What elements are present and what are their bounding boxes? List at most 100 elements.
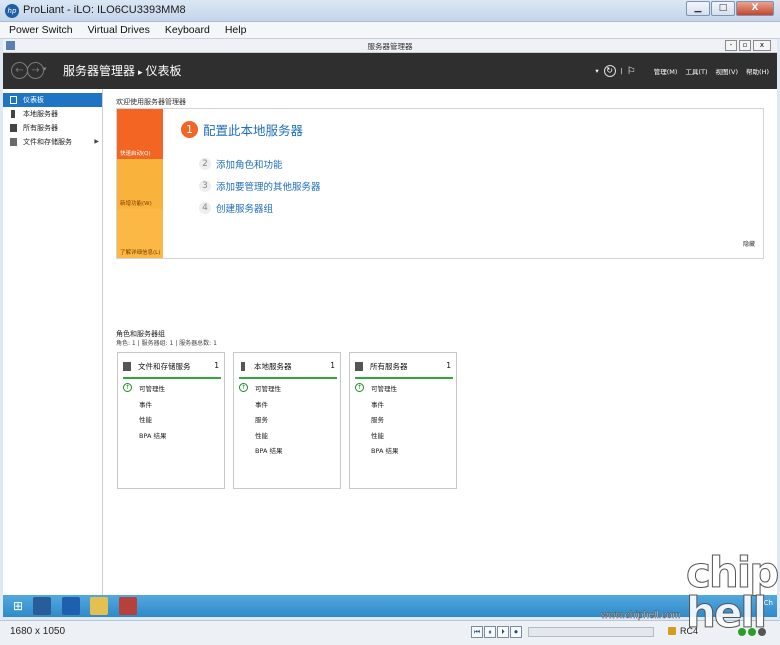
close-button[interactable]: X bbox=[736, 1, 774, 16]
tile-quick-start[interactable]: 快速启动(Q) bbox=[117, 109, 163, 159]
card-item-performance[interactable]: 性能 bbox=[255, 430, 268, 440]
card-title: 本地服务器 bbox=[254, 362, 292, 371]
card-item-bpa[interactable]: BPA 结果 bbox=[255, 445, 282, 455]
server-icon bbox=[11, 110, 15, 118]
storage-icon bbox=[10, 138, 17, 146]
refresh-icon[interactable]: ↻ bbox=[603, 65, 616, 77]
flag-icon[interactable]: ⚐ bbox=[627, 66, 636, 77]
server-manager-title: 服务器管理器 bbox=[367, 42, 413, 51]
hide-link[interactable]: 隐藏 bbox=[743, 239, 755, 248]
tools-taskbar-icon[interactable] bbox=[119, 597, 137, 615]
card-header[interactable]: 文件和存储服务 1 bbox=[123, 361, 221, 373]
dashboard-main: 欢迎使用服务器管理器 快速启动(Q) 新增功能(W) 了解详细信息(L) 1 配… bbox=[104, 89, 777, 595]
skip-back-icon[interactable]: ⏮ bbox=[471, 626, 483, 638]
hp-logo-icon: hp bbox=[5, 4, 19, 18]
ok-arrow-icon: ↑ bbox=[355, 383, 364, 392]
card-count: 1 bbox=[214, 361, 219, 370]
toolbar-divider: | bbox=[620, 67, 623, 75]
server-manager-title-bar: 服务器管理器 - ▫ x bbox=[3, 39, 777, 53]
explorer-taskbar-icon[interactable] bbox=[90, 597, 108, 615]
record-icon[interactable]: ⏺ bbox=[510, 626, 522, 638]
step-create-group[interactable]: 4 创建服务器组 bbox=[199, 201, 273, 215]
minimize-button[interactable]: ▁ bbox=[686, 1, 710, 16]
window-title: ProLiant - iLO: ILO6CU3393MM8 bbox=[23, 4, 186, 16]
nav-item-dashboard[interactable]: 仪表板 bbox=[3, 93, 102, 107]
pause-icon[interactable]: ⏸ bbox=[484, 626, 496, 638]
tile-whats-new[interactable]: 新增功能(W) bbox=[117, 159, 163, 209]
breadcrumb: 服务器管理器 ▸ 仪表板 bbox=[63, 62, 182, 79]
menu-virtual-drives[interactable]: Virtual Drives bbox=[79, 22, 156, 38]
card-item-manageability[interactable]: 可管理性 bbox=[255, 383, 281, 393]
card-item-events[interactable]: 事件 bbox=[139, 399, 152, 409]
menu-manage[interactable]: 管理(M) bbox=[654, 66, 678, 76]
menu-keyboard[interactable]: Keyboard bbox=[156, 22, 216, 38]
card-item-performance[interactable]: 性能 bbox=[371, 430, 384, 440]
card-count: 1 bbox=[446, 361, 451, 370]
dropdown-icon[interactable]: ▾ bbox=[595, 67, 598, 75]
card-item-services[interactable]: 服务 bbox=[371, 414, 384, 424]
step-label: 创建服务器组 bbox=[216, 204, 274, 215]
step-number: 3 bbox=[199, 180, 211, 192]
server-manager-window-controls: - ▫ x bbox=[723, 40, 771, 51]
step-add-roles[interactable]: 2 添加角色和功能 bbox=[199, 157, 283, 171]
ilo-title-bar: hp ProLiant - iLO: ILO6CU3393MM8 ▁ □ X bbox=[0, 0, 780, 22]
card-item-manageability[interactable]: 可管理性 bbox=[371, 383, 397, 393]
menu-bar: Power Switch Virtual Drives Keyboard Hel… bbox=[0, 22, 780, 39]
windows-start-icon[interactable]: ⊞ bbox=[9, 597, 27, 615]
card-item-bpa[interactable]: BPA 结果 bbox=[139, 430, 166, 440]
card-title: 文件和存储服务 bbox=[138, 362, 191, 371]
servers-icon bbox=[10, 124, 17, 132]
left-nav: 仪表板 本地服务器 所有服务器 文件和存储服务 ▶ bbox=[3, 89, 103, 595]
status-bar-ok bbox=[239, 377, 337, 379]
playback-progress[interactable] bbox=[528, 627, 654, 637]
welcome-label: 欢迎使用服务器管理器 bbox=[116, 98, 186, 106]
menu-tools[interactable]: 工具(T) bbox=[685, 66, 707, 76]
nav-item-label: 所有服务器 bbox=[23, 124, 58, 132]
card-item-events[interactable]: 事件 bbox=[371, 399, 384, 409]
sm-minimize-button[interactable]: - bbox=[725, 40, 737, 51]
resolution-readout: 1680 x 1050 bbox=[10, 626, 66, 637]
breadcrumb-app: 服务器管理器 bbox=[63, 64, 136, 78]
server-manager-taskbar-icon[interactable] bbox=[33, 597, 51, 615]
play-icon[interactable]: ⏵ bbox=[497, 626, 509, 638]
sm-restore-button[interactable]: ▫ bbox=[739, 40, 751, 51]
menu-help-cn[interactable]: 帮助(H) bbox=[746, 66, 769, 76]
nav-item-all-servers[interactable]: 所有服务器 bbox=[3, 121, 102, 135]
sm-close-button[interactable]: x bbox=[753, 40, 771, 51]
card-item-services[interactable]: 服务 bbox=[255, 414, 268, 424]
lock-icon bbox=[668, 627, 676, 635]
step-configure-local-server[interactable]: 1 配置此本地服务器 bbox=[181, 120, 303, 139]
role-card-all-servers[interactable]: 所有服务器 1 ↑ 可管理性 事件 服务 性能 BPA 结果 bbox=[349, 352, 457, 489]
card-header[interactable]: 本地服务器 1 bbox=[239, 361, 337, 373]
chevron-down-icon[interactable]: ▾ bbox=[43, 65, 47, 73]
role-card-file-storage[interactable]: 文件和存储服务 1 ↑ 可管理性 事件 性能 BPA 结果 bbox=[117, 352, 225, 489]
nav-item-file-storage[interactable]: 文件和存储服务 ▶ bbox=[3, 135, 102, 149]
breadcrumb-separator: ▸ bbox=[138, 68, 143, 78]
nav-item-label: 仪表板 bbox=[23, 96, 44, 104]
back-icon[interactable]: ← bbox=[11, 62, 28, 79]
card-item-performance[interactable]: 性能 bbox=[139, 414, 152, 424]
step-number: 4 bbox=[199, 202, 211, 214]
chiphell-watermark-logo: chip hell bbox=[685, 548, 779, 637]
card-header[interactable]: 所有服务器 1 bbox=[355, 361, 453, 373]
nav-item-label: 本地服务器 bbox=[23, 110, 58, 118]
card-item-bpa[interactable]: BPA 结果 bbox=[371, 445, 398, 455]
menu-help[interactable]: Help bbox=[216, 22, 253, 38]
powershell-taskbar-icon[interactable] bbox=[62, 597, 80, 615]
menu-power-switch[interactable]: Power Switch bbox=[0, 22, 79, 38]
forward-icon[interactable]: → bbox=[27, 62, 44, 79]
card-item-manageability[interactable]: 可管理性 bbox=[139, 383, 165, 393]
card-item-events[interactable]: 事件 bbox=[255, 399, 268, 409]
card-count: 1 bbox=[330, 361, 335, 370]
role-card-local-server[interactable]: 本地服务器 1 ↑ 可管理性 事件 服务 性能 BPA 结果 bbox=[233, 352, 341, 489]
step-add-servers[interactable]: 3 添加要管理的其他服务器 bbox=[199, 179, 321, 193]
maximize-button[interactable]: □ bbox=[711, 1, 735, 16]
roles-summary: 角色: 1 | 服务器组: 1 | 服务器总数: 1 bbox=[116, 340, 217, 347]
tile-learn-more[interactable]: 了解详细信息(L) bbox=[117, 209, 163, 258]
step-label: 添加角色和功能 bbox=[216, 160, 283, 171]
window-controls: ▁ □ X bbox=[685, 1, 774, 16]
nav-item-local-server[interactable]: 本地服务器 bbox=[3, 107, 102, 121]
remote-console[interactable]: 服务器管理器 - ▫ x ← → ▾ 服务器管理器 ▸ 仪表板 ▾ ↻ | ⚐ 管理… bbox=[3, 39, 777, 617]
servers-icon bbox=[355, 362, 363, 371]
menu-view[interactable]: 视图(V) bbox=[716, 66, 739, 76]
